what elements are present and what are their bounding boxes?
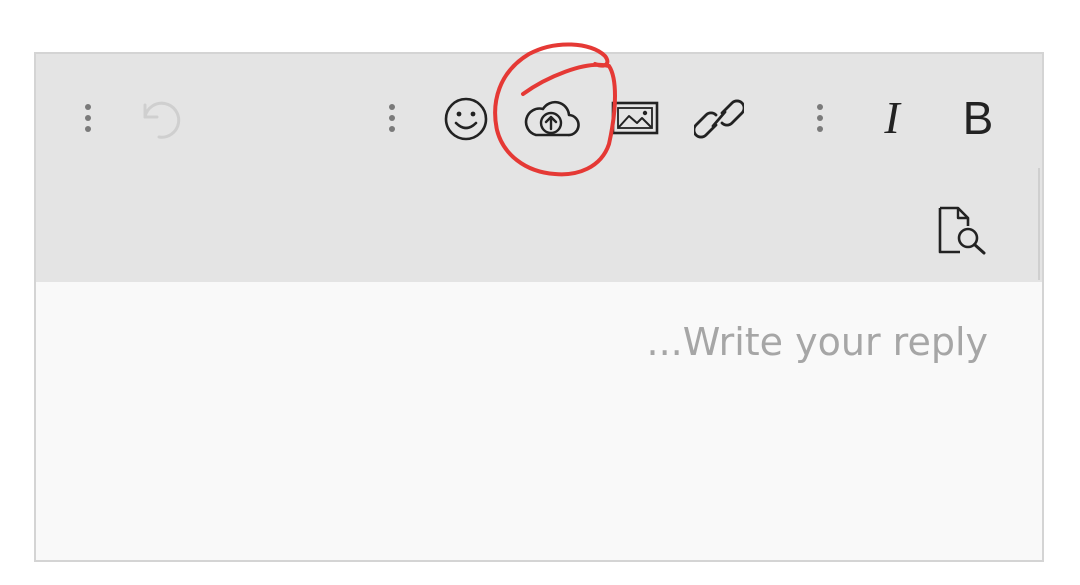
insert-image-button[interactable] [610, 98, 660, 138]
cloud-upload-icon [524, 100, 580, 137]
preview-button[interactable] [932, 204, 990, 258]
insert-link-button[interactable] [692, 94, 746, 144]
toolbar-divider [1038, 168, 1040, 280]
more-options-button-left[interactable] [74, 98, 102, 138]
reply-placeholder: ...Write your reply [646, 320, 989, 364]
vertical-dots-icon [817, 104, 823, 132]
bold-label: B [962, 92, 994, 144]
more-options-button-right[interactable] [806, 98, 834, 138]
italic-label: I [884, 92, 900, 143]
vertical-dots-icon [389, 104, 395, 132]
reply-textarea[interactable]: ...Write your reply [36, 282, 1042, 560]
emoji-button[interactable] [440, 94, 492, 144]
upload-file-button[interactable] [520, 96, 582, 140]
italic-button[interactable]: I [870, 92, 914, 144]
reply-editor: I B ...Write your reply [34, 52, 1044, 562]
link-icon [694, 99, 744, 139]
document-search-icon [938, 206, 986, 255]
undo-button[interactable] [134, 94, 188, 142]
more-options-button-middle[interactable] [378, 98, 406, 138]
bold-button[interactable]: B [954, 92, 1002, 144]
smiley-icon [444, 97, 488, 141]
vertical-dots-icon [85, 104, 91, 132]
image-icon [611, 101, 659, 135]
editor-toolbar: I B [36, 54, 1042, 282]
undo-icon [143, 101, 181, 139]
